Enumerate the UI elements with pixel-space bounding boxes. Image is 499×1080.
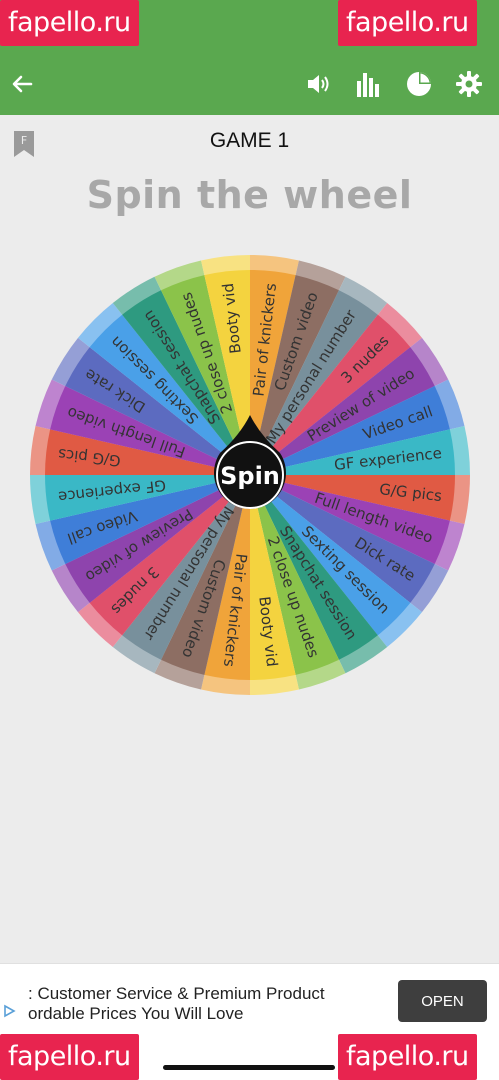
ad-choices-icon[interactable] [2, 1004, 16, 1018]
bar-chart-icon [357, 72, 379, 97]
watermark-top-right: fapello.ru [338, 0, 477, 46]
ad-open-button[interactable]: OPEN [398, 980, 487, 1022]
stats-button[interactable] [346, 52, 390, 115]
back-arrow-icon [12, 75, 33, 92]
watermark-top-left: fapello.ru [0, 0, 139, 46]
game-content: F GAME 1 Spin the wheel Pair of knickers… [0, 115, 499, 963]
ad-text: : Customer Service & Premium Product ord… [0, 984, 325, 1024]
app-bar [0, 52, 499, 115]
watermark-bottom-right: fapello.ru [338, 1034, 477, 1080]
ad-line-1: : Customer Service & Premium Product [28, 984, 325, 1003]
volume-button[interactable] [297, 52, 341, 115]
spin-wheel[interactable]: Pair of knickersCustom videoMy personal … [30, 255, 470, 695]
page-title: Spin the wheel [86, 173, 413, 217]
pie-chart-icon [407, 71, 431, 96]
results-button[interactable] [397, 52, 441, 115]
watermark-bottom-left: fapello.ru [0, 1034, 139, 1080]
ad-line-2: ordable Prices You Will Love [28, 1004, 244, 1023]
game-label: GAME 1 [209, 129, 290, 152]
gear-icon [456, 70, 482, 97]
ad-banner[interactable]: : Customer Service & Premium Product ord… [0, 963, 499, 1044]
home-indicator[interactable] [163, 1065, 335, 1070]
spin-button-label: Spin [220, 462, 280, 490]
settings-button[interactable] [447, 52, 491, 115]
back-button[interactable] [0, 52, 44, 115]
volume-icon [308, 74, 329, 93]
